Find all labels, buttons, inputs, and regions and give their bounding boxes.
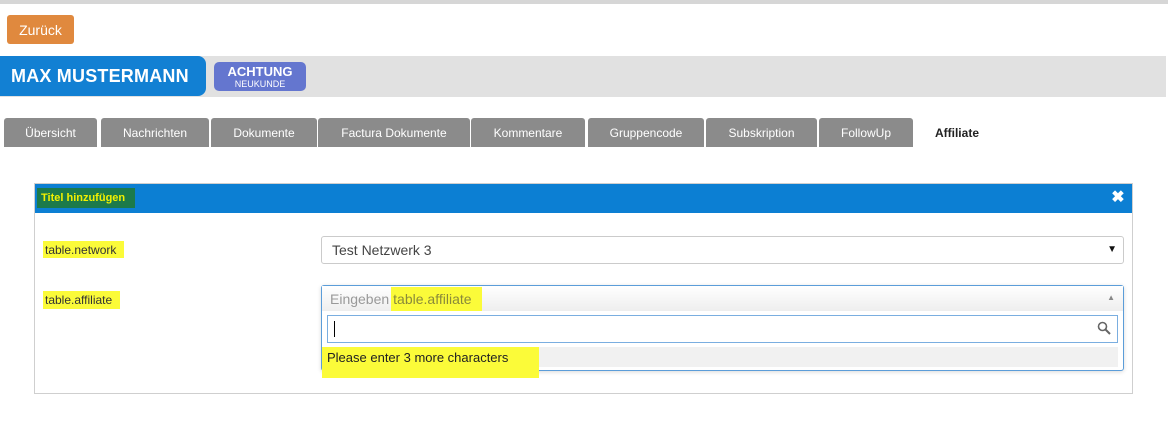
tab-factura-dokumente[interactable]: Factura Dokumente	[318, 118, 470, 147]
network-select[interactable]: Test Netzwerk 3 ▼	[321, 236, 1124, 264]
affiliate-placeholder-prefix: Eingeben	[330, 290, 390, 307]
search-hint-message: Please enter 3 more characters	[322, 347, 539, 378]
network-label: table.network	[43, 241, 125, 258]
close-icon[interactable]: ✖	[1111, 190, 1125, 206]
tab-gruppencode[interactable]: Gruppencode	[588, 118, 704, 147]
search-hint-row: Please enter 3 more characters	[322, 347, 1118, 378]
chevron-up-icon: ▲	[1107, 293, 1115, 302]
tab-uebersicht[interactable]: Übersicht	[4, 118, 97, 147]
search-icon	[1097, 321, 1111, 335]
alert-badge: ACHTUNG NEUKUNDE	[214, 62, 306, 91]
affiliate-select[interactable]: Eingeben table.affiliate ▲ Please enter …	[321, 285, 1124, 378]
customer-header-bar: MAX MUSTERMANN ACHTUNG NEUKUNDE	[0, 56, 1166, 97]
text-caret	[334, 321, 335, 337]
customer-name: MAX MUSTERMANN	[0, 56, 206, 96]
tab-affiliate[interactable]: Affiliate	[914, 118, 1000, 147]
tab-nachrichten[interactable]: Nachrichten	[101, 118, 209, 147]
top-divider	[0, 0, 1168, 4]
alert-badge-subtitle: NEUKUNDE	[234, 78, 286, 89]
back-button[interactable]: Zurück	[7, 15, 74, 44]
affiliate-select-head[interactable]: Eingeben table.affiliate ▲	[322, 286, 1123, 311]
add-title-panel: Titel hinzufügen ✖ table.network Test Ne…	[34, 183, 1133, 394]
panel-title: Titel hinzufügen	[37, 188, 136, 208]
affiliate-label: table.affiliate	[43, 291, 121, 309]
affiliate-placeholder-key: table.affiliate	[391, 286, 482, 311]
tab-subskription[interactable]: Subskription	[706, 118, 817, 147]
tab-kommentare[interactable]: Kommentare	[471, 118, 585, 147]
tab-dokumente[interactable]: Dokumente	[211, 118, 317, 147]
alert-badge-title: ACHTUNG	[227, 63, 293, 79]
tab-followup[interactable]: FollowUp	[819, 118, 913, 147]
affiliate-search-input[interactable]	[327, 315, 1118, 343]
chevron-down-icon: ▼	[1107, 244, 1117, 255]
network-select-value: Test Netzwerk 3	[332, 242, 432, 258]
panel-header: Titel hinzufügen ✖	[35, 184, 1132, 213]
